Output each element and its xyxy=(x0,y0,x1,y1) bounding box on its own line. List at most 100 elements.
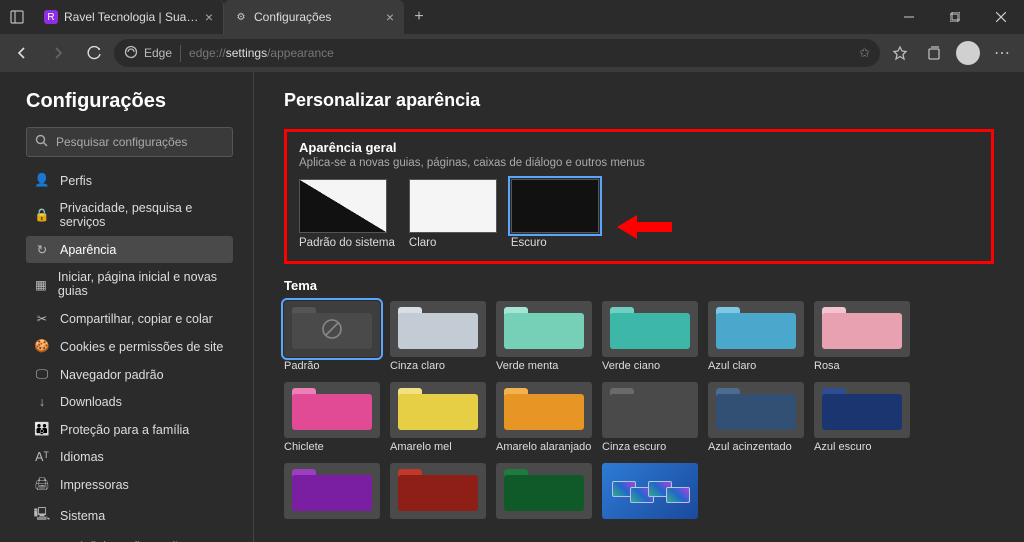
forward-button[interactable] xyxy=(42,37,74,69)
theme-option-5[interactable]: Rosa xyxy=(814,301,910,372)
theme-thumb xyxy=(708,301,804,357)
general-appearance-title: Aparência geral xyxy=(299,140,979,155)
theme-thumb xyxy=(602,382,698,438)
sidebar-item-label: Proteção para a família xyxy=(60,423,189,437)
nav-icon: Aᵀ xyxy=(34,450,50,464)
minimize-button[interactable] xyxy=(886,0,932,34)
theme-label xyxy=(602,522,698,534)
sidebar-item-label: Impressoras xyxy=(60,478,129,492)
theme-thumb xyxy=(390,382,486,438)
theme-label: Amarelo mel xyxy=(390,441,486,453)
theme-label xyxy=(496,522,592,534)
sidebar-item-7[interactable]: ↓ Downloads xyxy=(26,389,233,415)
sidebar-item-1[interactable]: 🔒 Privacidade, pesquisa e serviços xyxy=(26,195,233,235)
refresh-button[interactable] xyxy=(78,37,110,69)
theme-option-10[interactable]: Azul acinzentado xyxy=(708,382,804,453)
sidebar-item-10[interactable]: 🖨 Impressoras xyxy=(26,471,233,498)
url-text: edge://settings/appearance xyxy=(189,46,334,60)
sidebar-item-4[interactable]: ✂Compartilhar, copiar e colar xyxy=(26,305,233,332)
theme-thumb xyxy=(284,382,380,438)
sidebar-item-8[interactable]: 👪Proteção para a família xyxy=(26,416,233,443)
theme-option-7[interactable]: Amarelo mel xyxy=(390,382,486,453)
edge-icon xyxy=(124,45,138,62)
favicon-0: R xyxy=(44,10,58,24)
sidebar-item-0[interactable]: 👤Perfis xyxy=(26,167,233,194)
theme-thumb xyxy=(496,382,592,438)
sidebar-item-label: Downloads xyxy=(60,395,122,409)
profile-avatar[interactable] xyxy=(952,37,984,69)
sidebar-item-11[interactable]: 🖳 Sistema xyxy=(26,499,233,532)
theme-option-6[interactable]: Chiclete xyxy=(284,382,380,453)
tab-actions-button[interactable] xyxy=(0,10,34,24)
nav-icon: 🖳 xyxy=(34,505,50,526)
theme-option-3[interactable]: Verde ciano xyxy=(602,301,698,372)
new-tab-button[interactable]: + xyxy=(404,0,434,34)
sidebar-item-label: Navegador padrão xyxy=(60,368,164,382)
sidebar-item-6[interactable]: 🖵Navegador padrão xyxy=(26,361,233,388)
favorites-icon[interactable] xyxy=(884,37,916,69)
address-bar[interactable]: Edge edge://settings/appearance ✩ xyxy=(114,39,880,67)
sidebar-item-9[interactable]: AᵀIdiomas xyxy=(26,444,233,470)
theme-thumb xyxy=(814,301,910,357)
theme-option-2[interactable]: Verde menta xyxy=(496,301,592,372)
theme-label: Padrão xyxy=(284,360,380,372)
appearance-option-light[interactable]: Claro xyxy=(409,179,497,249)
sidebar-item-12[interactable]: ↺Redefinir configurações xyxy=(26,533,233,542)
appearance-thumb xyxy=(299,179,387,233)
sidebar-item-3[interactable]: ▦Iniciar, página inicial e novas guias xyxy=(26,264,233,304)
page-title: Personalizar aparência xyxy=(284,90,994,111)
appearance-option-dark[interactable]: Escuro xyxy=(511,179,599,249)
settings-sidebar: Configurações Pesquisar configurações 👤P… xyxy=(0,72,254,542)
sidebar-item-2[interactable]: ↻Aparência xyxy=(26,236,233,263)
nav-icon: ↻ xyxy=(34,242,50,257)
theme-label: Verde ciano xyxy=(602,360,698,372)
nav-icon: 🖨 xyxy=(34,477,50,492)
appearance-option-label: Padrão do sistema xyxy=(299,237,395,249)
settings-icon: ⚙ xyxy=(234,10,248,24)
browser-tab-0[interactable]: R Ravel Tecnologia | Sua empresa × xyxy=(34,0,224,34)
theme-option-8[interactable]: Amarelo alaranjado xyxy=(496,382,592,453)
more-menu-icon[interactable]: ⋯ xyxy=(986,37,1018,69)
sidebar-item-5[interactable]: 🍪Cookies e permissões de site xyxy=(26,333,233,360)
appearance-thumb xyxy=(511,179,599,233)
sidebar-item-label: Iniciar, página inicial e novas guias xyxy=(58,270,225,298)
nav-icon: ↓ xyxy=(34,395,50,409)
theme-thumb xyxy=(390,463,486,519)
theme-thumb xyxy=(708,382,804,438)
search-input[interactable]: Pesquisar configurações xyxy=(26,127,233,157)
theme-label: Cinza claro xyxy=(390,360,486,372)
back-button[interactable] xyxy=(6,37,38,69)
nav-icon: 🔒 xyxy=(34,208,50,223)
theme-label: Azul claro xyxy=(708,360,804,372)
maximize-button[interactable] xyxy=(932,0,978,34)
theme-option-1[interactable]: Cinza claro xyxy=(390,301,486,372)
theme-option-4[interactable]: Azul claro xyxy=(708,301,804,372)
close-icon[interactable]: × xyxy=(386,9,394,25)
theme-option-13[interactable] xyxy=(390,463,486,534)
sidebar-title: Configurações xyxy=(26,90,243,113)
sidebar-item-label: Privacidade, pesquisa e serviços xyxy=(60,201,225,229)
theme-option-14[interactable] xyxy=(496,463,592,534)
collections-icon[interactable] xyxy=(918,37,950,69)
theme-label xyxy=(390,522,486,534)
close-icon[interactable]: × xyxy=(205,9,213,25)
theme-thumb xyxy=(496,463,592,519)
theme-section-title: Tema xyxy=(284,278,994,293)
theme-label: Azul acinzentado xyxy=(708,441,804,453)
browser-tab-1[interactable]: ⚙ Configurações × xyxy=(224,0,404,34)
no-theme-icon xyxy=(284,301,380,357)
theme-option-11[interactable]: Azul escuro xyxy=(814,382,910,453)
theme-thumb xyxy=(284,463,380,519)
theme-option-12[interactable] xyxy=(284,463,380,534)
sidebar-item-label: Perfis xyxy=(60,174,92,188)
appearance-option-system[interactable]: Padrão do sistema xyxy=(299,179,395,249)
theme-option-15[interactable] xyxy=(602,463,698,534)
search-placeholder: Pesquisar configurações xyxy=(56,135,187,149)
close-window-button[interactable] xyxy=(978,0,1024,34)
theme-label xyxy=(284,522,380,534)
sidebar-item-label: Sistema xyxy=(60,509,105,523)
theme-thumb xyxy=(496,301,592,357)
favorite-star-icon[interactable]: ✩ xyxy=(859,45,870,61)
theme-option-0[interactable]: Padrão xyxy=(284,301,380,372)
theme-option-9[interactable]: Cinza escuro xyxy=(602,382,698,453)
